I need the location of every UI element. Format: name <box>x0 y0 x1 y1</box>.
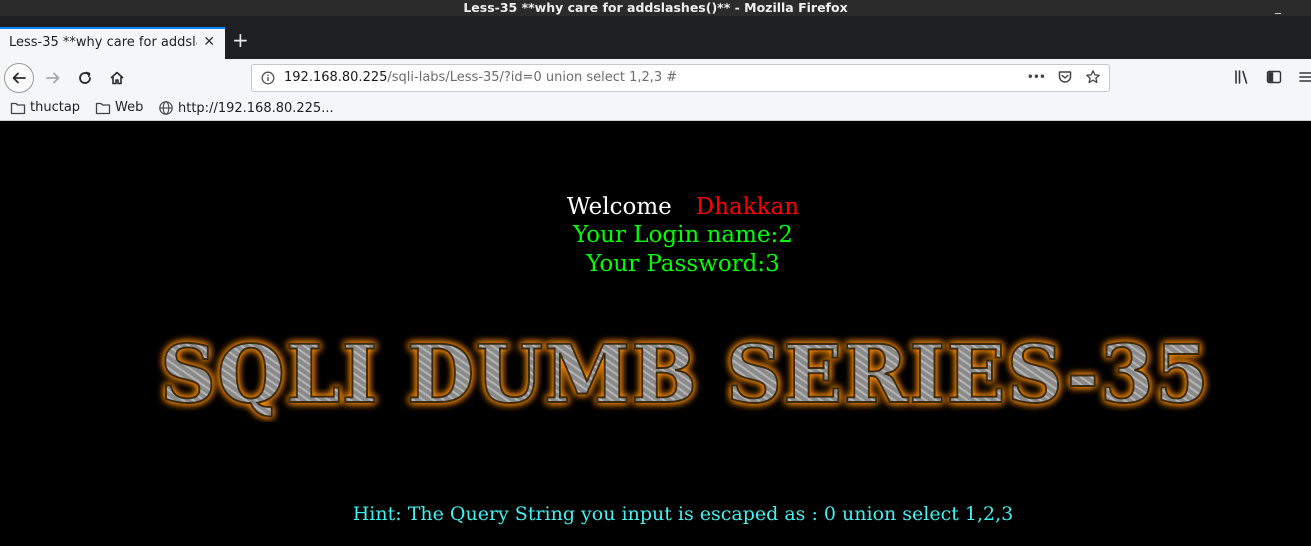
banner-text: SQLI DUMB SERIES-35 <box>160 332 1210 421</box>
tab-title: Less-35 **why care for addslashes()** <box>9 35 197 50</box>
folder-icon <box>10 102 26 114</box>
minimize-button[interactable]: _ <box>1275 0 1281 15</box>
window-title-bar: Less-35 **why care for addslashes()** - … <box>0 0 1311 16</box>
library-icon[interactable] <box>1233 68 1251 86</box>
home-icon <box>110 71 124 85</box>
sidebar-icon[interactable] <box>1265 68 1283 86</box>
arrow-left-icon <box>12 72 26 84</box>
globe-icon <box>159 101 173 115</box>
arrow-right-icon <box>46 72 60 84</box>
window-title: Less-35 **why care for addslashes()** - … <box>463 0 848 15</box>
password-result: Your Password:3 <box>586 251 780 277</box>
reload-icon <box>79 71 91 84</box>
bookmark-thuctap[interactable]: thuctap <box>10 100 80 115</box>
bookmark-ip-link[interactable]: http://192.168.80.225... <box>158 100 334 116</box>
bookmark-star-icon[interactable] <box>1085 69 1101 85</box>
forward-button[interactable] <box>38 63 68 93</box>
new-tab-button[interactable]: + <box>232 30 249 50</box>
login-name-result: Your Login name:2 <box>573 222 793 248</box>
url-host: 192.168.80.225 <box>284 70 388 85</box>
welcome-label: Welcome <box>566 194 672 220</box>
menu-icon[interactable] <box>1297 68 1311 86</box>
reload-button[interactable] <box>70 63 100 93</box>
url-bar-actions: ••• <box>1027 69 1101 85</box>
tab-strip: Less-35 **why care for addslashes()** ✕ … <box>0 16 1311 59</box>
bookmarks-toolbar: thuctap Web http://192.168.80.225... <box>0 97 1311 121</box>
page-actions-button[interactable]: ••• <box>1027 70 1046 84</box>
url-text[interactable]: 192.168.80.225/sqli-labs/Less-35/?id=0 u… <box>284 70 677 85</box>
welcome-username: Dhakkan <box>695 194 800 220</box>
tab-less-35[interactable]: Less-35 **why care for addslashes()** ✕ <box>0 27 225 59</box>
tab-close-icon[interactable]: ✕ <box>203 34 215 50</box>
navigation-toolbar: 192.168.80.225/sqli-labs/Less-35/?id=0 u… <box>0 59 1311 97</box>
page-content: Welcome Dhakkan Your Login name:2 Your Pa… <box>0 121 1311 546</box>
banner-logo: SQLI DUMB SERIES-35 <box>159 332 1210 422</box>
welcome-row: Welcome Dhakkan <box>0 193 1311 222</box>
query-hint: Hint: The Query String you input is esca… <box>352 503 1014 525</box>
folder-icon <box>95 102 111 114</box>
bookmark-web[interactable]: Web <box>95 100 143 115</box>
info-icon[interactable] <box>261 71 275 85</box>
url-path: /sqli-labs/Less-35/?id=0 union select 1,… <box>387 70 678 85</box>
firefox-window: Less-35 **why care for addslashes()** - … <box>0 0 1311 546</box>
bookmark-label: thuctap <box>30 100 81 115</box>
back-button[interactable] <box>4 63 34 93</box>
bookmark-label: Web <box>115 100 144 115</box>
toolbar-right <box>1233 68 1311 86</box>
home-button[interactable] <box>102 63 132 93</box>
url-bar[interactable]: 192.168.80.225/sqli-labs/Less-35/?id=0 u… <box>251 64 1110 92</box>
pocket-icon[interactable] <box>1057 69 1073 85</box>
bookmark-label: http://192.168.80.225... <box>178 100 334 116</box>
